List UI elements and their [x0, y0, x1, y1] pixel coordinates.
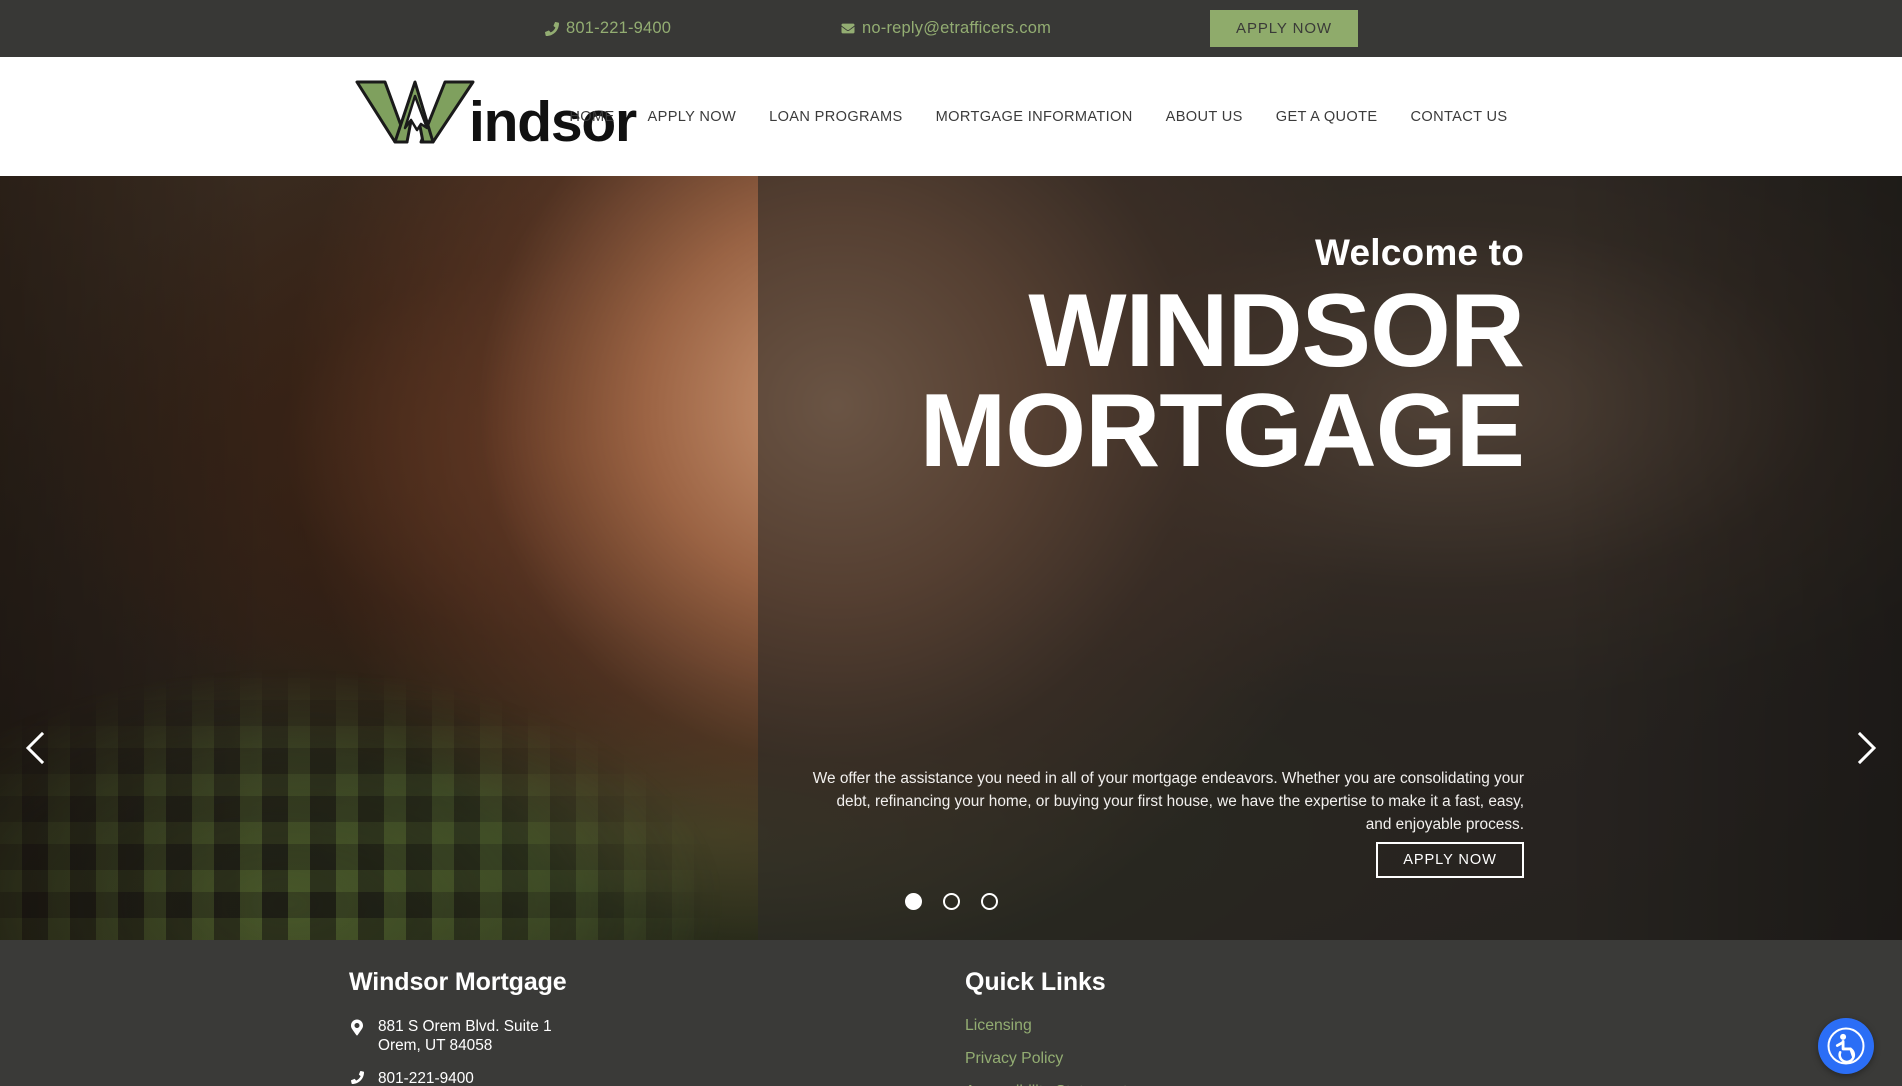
- footer-address-row: 881 S Orem Blvd. Suite 1 Orem, UT 84058: [349, 1017, 909, 1056]
- footer-address-line-2: Orem, UT 84058: [378, 1037, 493, 1055]
- topbar-email-link[interactable]: no-reply@etrafficers.com: [840, 0, 1051, 57]
- phone-icon: [545, 21, 559, 36]
- hero-title-line-1: WINDSOR: [1028, 273, 1525, 389]
- wheelchair-accessibility-icon: [1826, 1026, 1866, 1066]
- nav-item-contact-us[interactable]: CONTACT US: [1394, 109, 1524, 125]
- envelope-icon: [840, 22, 856, 35]
- phone-icon: [349, 1069, 365, 1084]
- topbar-email-text: no-reply@etrafficers.com: [862, 19, 1052, 37]
- nav-item-home[interactable]: HOME: [553, 109, 631, 125]
- footer-quick-links-column: Quick Links Licensing Privacy Policy Acc…: [965, 940, 1385, 1086]
- nav-item-get-a-quote[interactable]: GET A QUOTE: [1259, 109, 1394, 125]
- footer-phone-link[interactable]: 801-221-9400: [378, 1069, 474, 1086]
- footer-brand-heading: Windsor Mortgage: [349, 968, 567, 996]
- footer-quick-links-heading: Quick Links: [965, 968, 1106, 996]
- windsor-w-mountain-logo-icon: [355, 78, 475, 155]
- topbar-phone-link[interactable]: 801-221-9400: [545, 0, 671, 57]
- nav-item-about-us[interactable]: ABOUT US: [1149, 109, 1259, 125]
- hero-title-line-2: MORTGAGE: [919, 372, 1525, 489]
- hero-carousel: Welcome to WINDSOR MORTGAGE We offer the…: [0, 176, 1902, 940]
- map-pin-icon: [349, 1017, 365, 1036]
- topbar-phone-text: 801-221-9400: [566, 19, 672, 37]
- footer-phone-row: 801-221-9400: [349, 1069, 909, 1086]
- footer-address: 881 S Orem Blvd. Suite 1 Orem, UT 84058: [378, 1017, 552, 1056]
- footer-link-privacy-policy[interactable]: Privacy Policy: [965, 1050, 1385, 1068]
- carousel-dot-2[interactable]: [942, 893, 960, 910]
- hero-title: WINDSOR MORTGAGE: [808, 273, 1525, 489]
- nav-item-apply-now[interactable]: APPLY NOW: [631, 109, 753, 125]
- accessibility-widget-button[interactable]: [1818, 1018, 1874, 1074]
- hero-apply-now-button[interactable]: APPLY NOW: [1376, 842, 1524, 878]
- top-utility-bar-inner: 801-221-9400 no-reply@etrafficers.com AP…: [0, 0, 1902, 57]
- carousel-dot-1[interactable]: [904, 893, 922, 910]
- footer-brand-column: Windsor Mortgage 881 S Orem Blvd. Suite …: [349, 940, 909, 1086]
- site-footer: Windsor Mortgage 881 S Orem Blvd. Suite …: [0, 940, 1902, 1086]
- main-navigation: HOME APPLY NOW LOAN PROGRAMS MORTGAGE IN…: [553, 57, 1902, 176]
- nav-item-mortgage-information[interactable]: MORTGAGE INFORMATION: [919, 109, 1149, 125]
- topbar-apply-now-button[interactable]: APPLY NOW: [1210, 10, 1358, 47]
- hero-content: Welcome to WINDSOR MORTGAGE We offer the…: [808, 176, 1525, 940]
- nav-item-loan-programs[interactable]: LOAN PROGRAMS: [753, 109, 920, 125]
- hero-eyebrow: Welcome to: [1315, 232, 1524, 273]
- top-utility-bar: 801-221-9400 no-reply@etrafficers.com AP…: [0, 0, 1902, 57]
- footer-link-licensing[interactable]: Licensing: [965, 1017, 1385, 1035]
- hero-subtitle: We offer the assistance you need in all …: [812, 770, 1524, 833]
- carousel-dot-3[interactable]: [980, 893, 998, 910]
- footer-address-line-1: 881 S Orem Blvd. Suite 1: [378, 1017, 552, 1035]
- carousel-next-chevron-icon[interactable]: [1846, 727, 1888, 769]
- carousel-dots: [0, 893, 1902, 910]
- carousel-prev-chevron-icon[interactable]: [14, 727, 56, 769]
- site-header: indsor HOME APPLY NOW LOAN PROGRAMS MORT…: [0, 57, 1902, 176]
